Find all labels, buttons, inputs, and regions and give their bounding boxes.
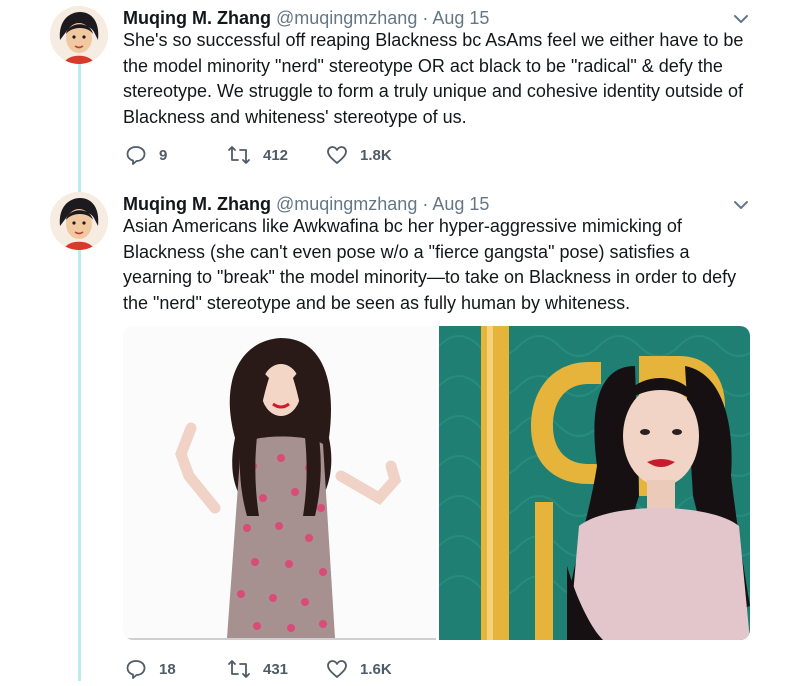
- retweet-count: 412: [263, 146, 289, 164]
- avatar[interactable]: [50, 6, 108, 64]
- tweet-date[interactable]: Aug 15: [432, 194, 489, 214]
- like-button[interactable]: 1.8K: [326, 143, 392, 167]
- tweet-date[interactable]: Aug 15: [432, 8, 489, 28]
- reply-count: 18: [159, 660, 176, 678]
- separator-dot: ·: [422, 194, 429, 214]
- tweet-media: [123, 326, 750, 640]
- tweet-header: Muqing M. Zhang @muqingmzhang · Aug 15: [123, 192, 489, 216]
- heart-icon: [327, 660, 347, 678]
- author-name[interactable]: Muqing M. Zhang: [123, 8, 271, 28]
- author-name[interactable]: Muqing M. Zhang: [123, 194, 271, 214]
- reply-button[interactable]: 18: [125, 657, 176, 681]
- retweet-button[interactable]: 412: [227, 143, 288, 167]
- avatar[interactable]: [50, 192, 108, 250]
- retweet-icon: [228, 146, 250, 164]
- tweet-text: She's so successful off reaping Blacknes…: [123, 30, 744, 127]
- photo-1[interactable]: [123, 326, 436, 640]
- reply-icon: [126, 146, 146, 165]
- tweet-1[interactable]: Muqing M. Zhang @muqingmzhang · Aug 15 S…: [0, 6, 800, 176]
- tweet-header: Muqing M. Zhang @muqingmzhang · Aug 15: [123, 6, 489, 30]
- like-button[interactable]: 1.6K: [326, 657, 392, 681]
- heart-icon: [327, 146, 347, 164]
- separator-dot: ·: [422, 8, 429, 28]
- like-count: 1.6K: [360, 660, 392, 678]
- retweet-icon: [228, 660, 250, 678]
- author-handle[interactable]: @muqingmzhang: [276, 8, 417, 28]
- reply-button[interactable]: 9: [125, 143, 167, 167]
- chevron-down-icon[interactable]: [732, 10, 750, 28]
- photo-2[interactable]: [439, 326, 750, 640]
- tweet-text: Asian Americans like Awkwafina bc her hy…: [123, 216, 737, 313]
- retweet-button[interactable]: 431: [227, 657, 288, 681]
- chevron-down-icon[interactable]: [732, 196, 750, 214]
- reply-icon: [126, 660, 146, 679]
- author-handle[interactable]: @muqingmzhang: [276, 194, 417, 214]
- reply-count: 9: [159, 146, 168, 164]
- retweet-count: 431: [263, 660, 289, 678]
- like-count: 1.8K: [360, 146, 392, 164]
